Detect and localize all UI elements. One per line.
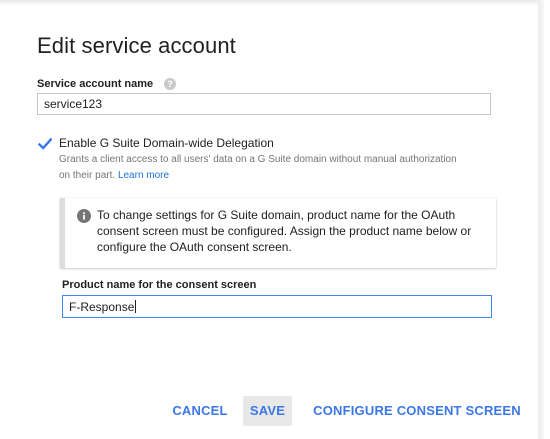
oauth-notice-text: To change settings for G Suite domain, p…	[97, 208, 472, 254]
oauth-notice-box: To change settings for G Suite domain, p…	[60, 198, 496, 268]
save-button[interactable]: SAVE	[243, 396, 292, 426]
help-circle-icon[interactable]: ?	[164, 78, 176, 90]
domain-delegation-description: Grants a client access to all users' dat…	[59, 152, 469, 184]
cancel-button[interactable]: CANCEL	[168, 396, 232, 426]
product-name-input[interactable]: F-Response	[62, 295, 492, 318]
domain-delegation-label: Enable G Suite Domain-wide Delegation	[59, 136, 274, 150]
edit-service-account-dialog: Edit service account Service account nam…	[0, 0, 544, 439]
dialog-title: Edit service account	[37, 33, 236, 58]
configure-consent-screen-button[interactable]: CONFIGURE CONSENT SCREEN	[308, 396, 526, 426]
dialog-right-shadow	[538, 0, 544, 439]
dialog-top-shadow	[0, 0, 544, 6]
product-name-label: Product name for the consent screen	[62, 279, 257, 291]
text-caret	[135, 300, 137, 313]
domain-delegation-checkbox[interactable]	[38, 137, 52, 151]
svg-text:?: ?	[167, 79, 173, 89]
service-account-name-label: Service account name	[37, 78, 154, 90]
info-icon	[77, 209, 91, 223]
learn-more-link[interactable]: Learn more	[118, 170, 169, 181]
product-name-value: F-Response	[69, 300, 135, 314]
service-account-name-input[interactable]: service123	[37, 93, 491, 115]
dialog-actions: CANCEL SAVE CONFIGURE CONSENT SCREEN	[0, 396, 544, 426]
